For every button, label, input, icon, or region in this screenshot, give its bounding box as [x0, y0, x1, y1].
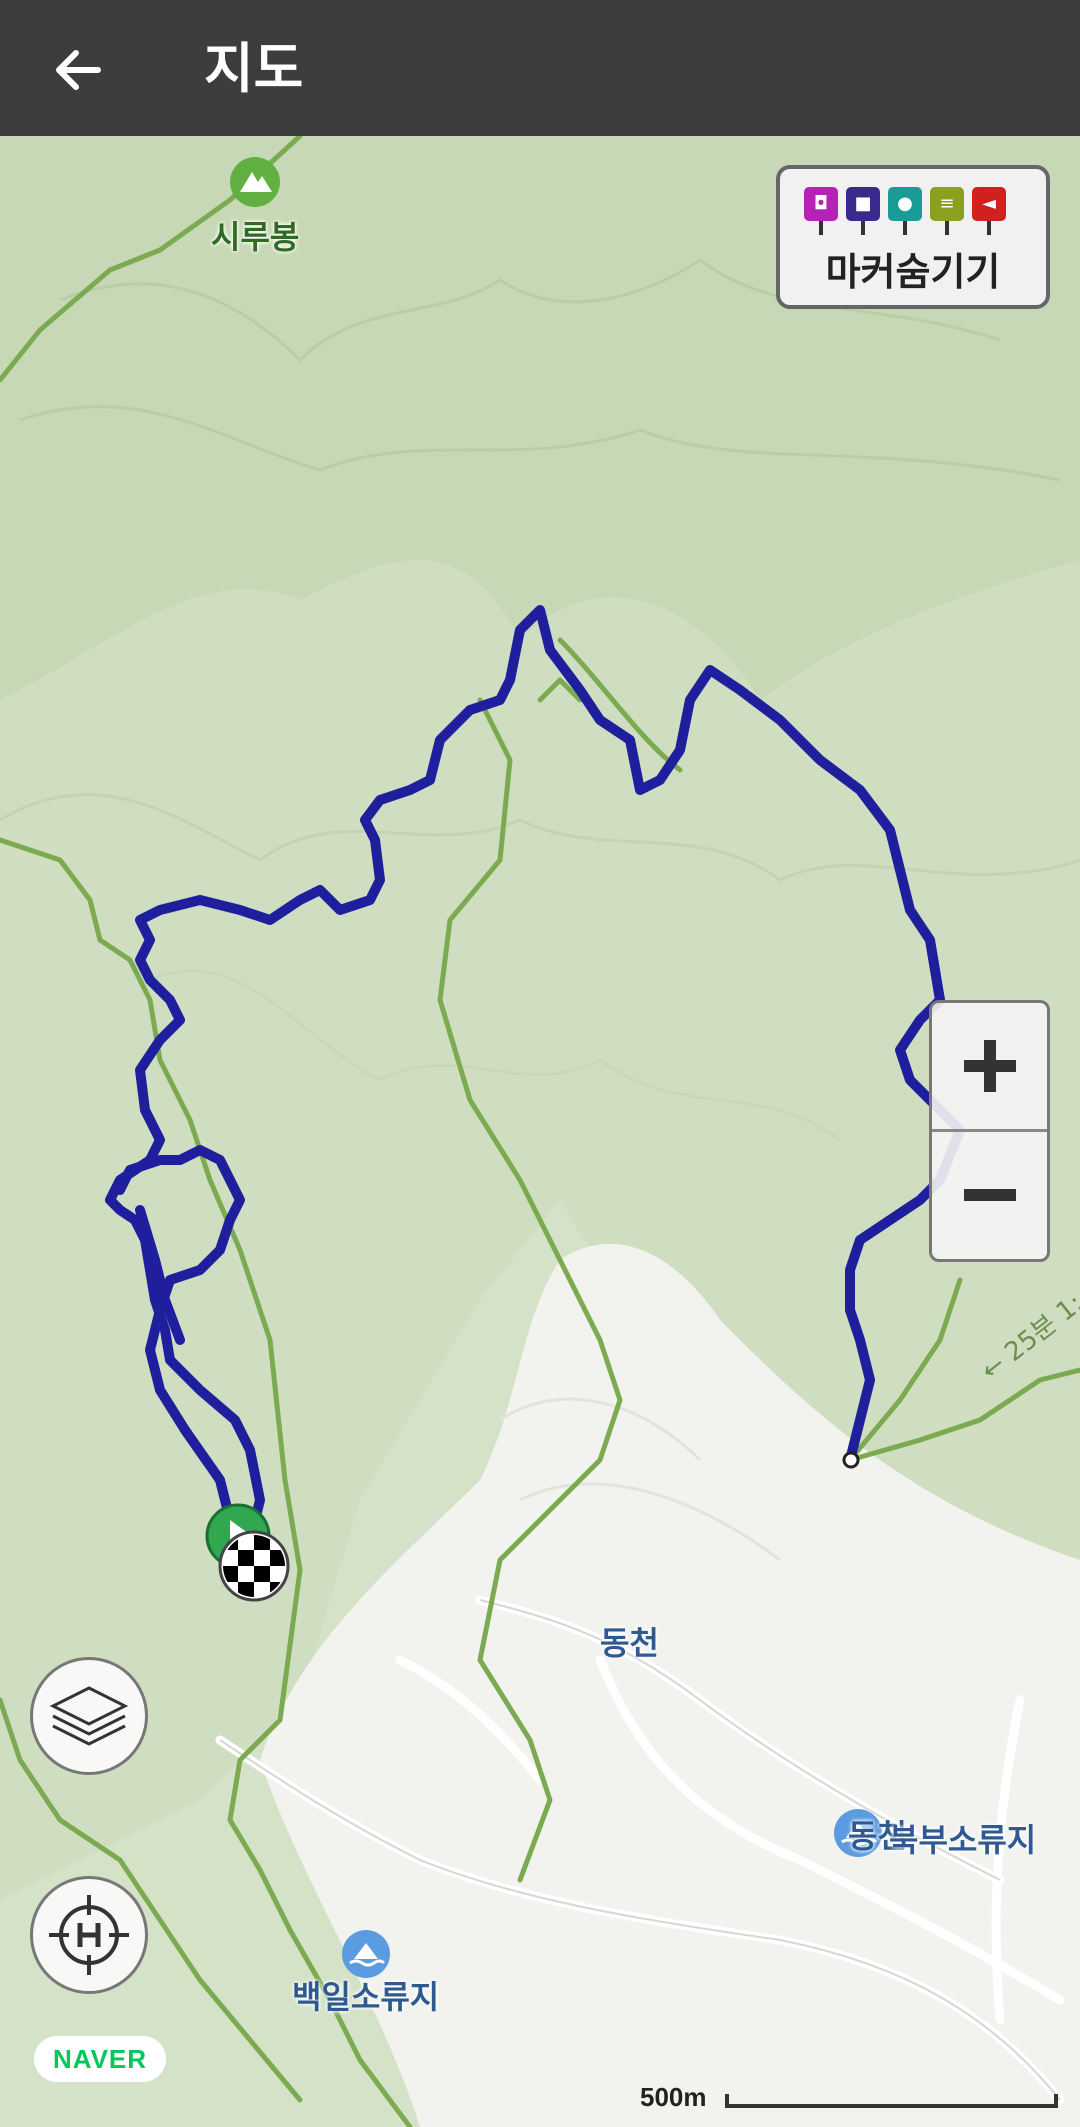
- reservoir-label-baegil: 백일소류지: [292, 1978, 440, 2016]
- back-button[interactable]: [42, 34, 114, 106]
- video-pin-icon: ■: [846, 187, 880, 235]
- hide-markers-button[interactable]: ◘ ■ ● ≡ ◄ 마커숨기기: [776, 165, 1050, 309]
- page-title: 지도: [204, 37, 304, 100]
- plus-icon: [963, 1040, 1016, 1092]
- voice-pin-icon: ●: [888, 187, 922, 235]
- zoom-controls: [929, 1000, 1050, 1262]
- marker-pins: ◘ ■ ● ≡ ◄: [804, 187, 1006, 235]
- peak-label: 시루봉: [211, 218, 300, 256]
- zoom-out-button[interactable]: [932, 1132, 1047, 1258]
- reservoir-label-bukbu: 북부소류지: [889, 1821, 1037, 1859]
- map-view[interactable]: 시루봉 동천 동천 북부소류지 백일소류지 ← 25분 1:4: [0, 136, 1080, 2127]
- flag-pin-icon: ◄: [972, 187, 1006, 235]
- arrow-left-icon: [56, 50, 101, 90]
- camera-pin-icon: ◘: [804, 187, 838, 235]
- memo-pin-icon: ≡: [930, 187, 964, 235]
- minus-icon: [963, 1189, 1016, 1201]
- finish-marker[interactable]: [218, 1530, 290, 1602]
- zoom-in-button[interactable]: [932, 1003, 1047, 1132]
- scale-bar: [725, 2094, 1058, 2108]
- naver-logo: NAVER: [34, 2036, 166, 2082]
- track-end-point: [842, 1451, 860, 1469]
- place-label-dongcheon: 동천: [600, 1624, 659, 1662]
- reservoir-icon-baegil[interactable]: [342, 1930, 390, 1978]
- mountain-peak-icon[interactable]: [230, 157, 280, 207]
- crosshair-h-icon: [49, 1895, 129, 1975]
- app-bar: 지도: [0, 0, 1080, 136]
- scale-label: 500m: [640, 2082, 707, 2112]
- layers-button[interactable]: [30, 1657, 148, 1775]
- layers-icon: [49, 1686, 129, 1746]
- hide-markers-label: 마커숨기기: [825, 250, 1001, 294]
- locate-button[interactable]: [30, 1876, 148, 1994]
